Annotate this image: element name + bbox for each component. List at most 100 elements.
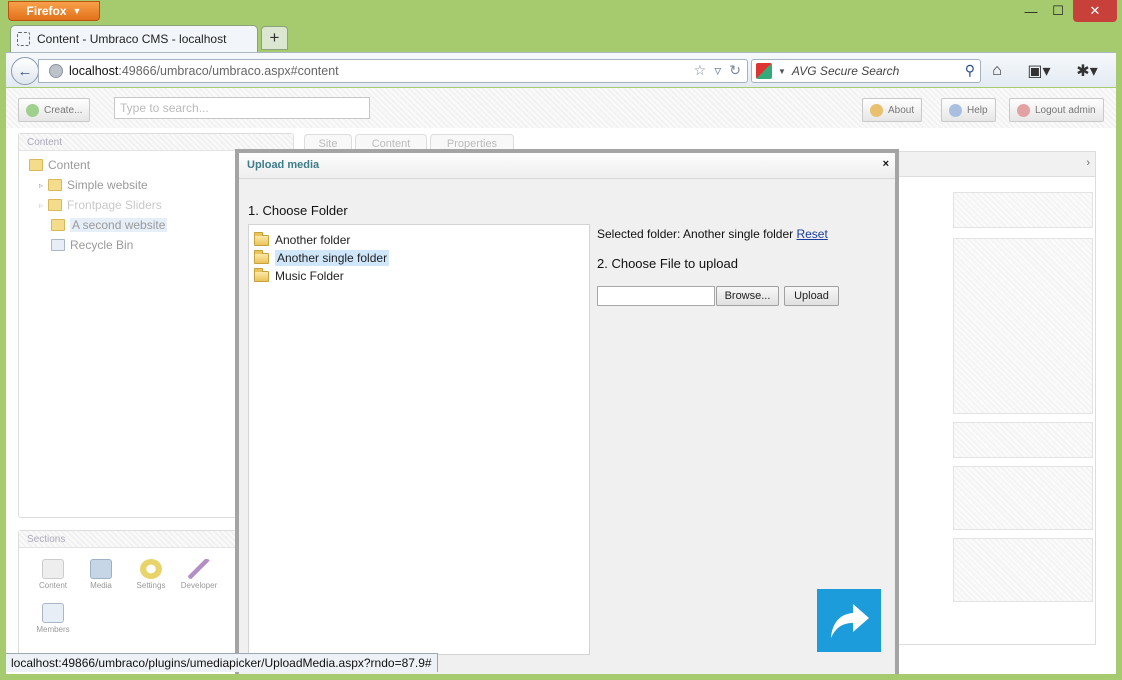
folder-icon [29, 159, 43, 171]
selected-folder-text: Selected folder: Another single folder R… [597, 227, 828, 241]
folder-icon [48, 199, 63, 211]
tab-title: Content - Umbraco CMS - localhost [37, 32, 227, 46]
history-dropdown-icon[interactable]: ▿ [714, 62, 721, 79]
section-developer[interactable]: Developer [179, 559, 219, 590]
property-box [953, 192, 1093, 228]
expand-icon[interactable]: ▹ [39, 201, 43, 210]
folder-label: Another single folder [275, 250, 390, 266]
status-bar: localhost:49866/umbraco/plugins/umediapi… [6, 653, 438, 672]
folder-label: Music Folder [275, 269, 344, 283]
section-media[interactable]: Media [81, 559, 121, 590]
folder-icon [48, 179, 63, 191]
section-label: Content [38, 581, 68, 590]
create-button[interactable]: Create... [18, 98, 91, 122]
create-label: Create... [44, 104, 83, 116]
tree-item-frontpage-sliders[interactable]: ▹ Frontpage Sliders [39, 198, 162, 212]
tab-label: Site [318, 137, 338, 150]
section-label: Settings [136, 581, 166, 590]
section-settings[interactable]: Settings [131, 559, 171, 590]
firefox-menu-button[interactable]: Firefox ▼ [8, 1, 100, 21]
media-section-icon [90, 559, 112, 579]
tree-item-a-second-website[interactable]: A second website [51, 218, 168, 232]
back-button[interactable]: ← [11, 57, 39, 85]
folder-item-another-folder[interactable]: Another folder [254, 231, 350, 249]
bookmarks-menu-icon[interactable]: ▣▾ [1024, 61, 1054, 81]
section-content[interactable]: Content [33, 559, 73, 590]
reset-link[interactable]: Reset [796, 227, 827, 241]
window-close-button[interactable]: ✕ [1073, 0, 1117, 22]
back-arrow-icon: ← [17, 62, 33, 80]
help-label: Help [967, 104, 988, 116]
tree-item-label: Simple website [67, 178, 148, 192]
property-box [953, 422, 1093, 458]
folder-open-icon [254, 249, 269, 264]
folder-item-another-single-folder[interactable]: Another single folder [254, 249, 390, 267]
chevron-right-icon[interactable]: › [1086, 157, 1090, 169]
logout-button[interactable]: Logout admin [1009, 98, 1104, 122]
browser-window: Firefox ▼ — ☐ ✕ Content - Umbraco CMS - … [0, 0, 1122, 680]
page-content: Create... Type to search... About Help L… [6, 88, 1116, 674]
developer-section-icon [188, 559, 210, 579]
upload-media-dialog: Upload media × 1. Choose Folder Another … [235, 149, 899, 674]
browse-button[interactable]: Browse... [716, 286, 779, 306]
close-icon[interactable]: × [883, 158, 889, 170]
browser-tab[interactable]: Content - Umbraco CMS - localhost [10, 25, 258, 52]
folder-label: Another folder [275, 233, 351, 247]
content-section-icon [42, 559, 64, 579]
section-label: Members [36, 625, 70, 634]
tree-item-label: Frontpage Sliders [67, 198, 162, 212]
file-path-input[interactable] [597, 286, 715, 306]
tab-label: Properties [446, 137, 498, 150]
members-section-icon [42, 603, 64, 623]
navigation-bar: ← localhost:49866/umbraco/umbraco.aspx#c… [6, 52, 1116, 87]
search-engine-dropdown-icon[interactable]: ▼ [778, 67, 786, 76]
tree-item-label: Recycle Bin [70, 238, 134, 252]
globe-icon [49, 64, 63, 78]
about-button[interactable]: About [862, 98, 923, 122]
share-tile[interactable] [817, 589, 881, 652]
recycle-bin-icon [51, 239, 65, 251]
search-bar[interactable]: ▼ AVG Secure Search ⚲ [751, 59, 981, 83]
expand-icon[interactable]: ▹ [39, 181, 43, 190]
dialog-title: Upload media [247, 159, 320, 171]
property-box [953, 538, 1093, 602]
chevron-down-icon: ▼ [72, 6, 82, 16]
home-icon[interactable]: ⌂ [986, 61, 1008, 81]
dialog-titlebar: Upload media × [239, 153, 895, 179]
url-path: :49866/umbraco/umbraco.aspx#content [118, 64, 339, 78]
search-placeholder: AVG Secure Search [791, 64, 900, 78]
tree-item-content[interactable]: Content [29, 158, 90, 172]
firefox-menu-label: Firefox [26, 4, 67, 18]
upload-button[interactable]: Upload [784, 286, 839, 306]
addon-icon[interactable]: ✱▾ [1070, 61, 1104, 81]
property-box [953, 238, 1093, 414]
tree-item-label: A second website [70, 218, 168, 232]
choose-file-heading: 2. Choose File to upload [597, 256, 738, 271]
search-icon[interactable]: ⚲ [965, 62, 975, 79]
tree-item-recycle-bin[interactable]: Recycle Bin [51, 238, 133, 252]
plus-icon: + [269, 28, 280, 47]
section-members[interactable]: Members [33, 603, 73, 634]
folder-icon [254, 267, 269, 282]
reload-icon[interactable]: ↻ [729, 62, 741, 79]
about-icon [870, 103, 883, 117]
create-icon [26, 103, 39, 117]
bookmark-star-icon[interactable]: ☆ [694, 62, 707, 79]
tab-label: Content [371, 137, 411, 150]
tree-item-label: Content [48, 158, 91, 172]
avg-logo-icon [756, 63, 772, 79]
choose-folder-heading: 1. Choose Folder [248, 203, 348, 218]
selected-folder-label: Selected folder: Another single folder [597, 227, 794, 241]
url-bar[interactable]: localhost:49866/umbraco/umbraco.aspx#con… [38, 59, 748, 83]
maximize-button[interactable]: ☐ [1045, 0, 1071, 22]
umbraco-search-input[interactable]: Type to search... [114, 97, 370, 119]
section-label: Media [90, 581, 112, 590]
help-button[interactable]: Help [941, 98, 996, 122]
favicon-icon [17, 32, 30, 46]
tree-item-simple-website[interactable]: ▹ Simple website [39, 178, 148, 192]
folder-item-music-folder[interactable]: Music Folder [254, 267, 344, 285]
settings-section-icon [140, 559, 162, 579]
share-arrow-icon [831, 603, 869, 638]
new-tab-button[interactable]: + [261, 26, 288, 50]
minimize-button[interactable]: — [1019, 0, 1043, 22]
